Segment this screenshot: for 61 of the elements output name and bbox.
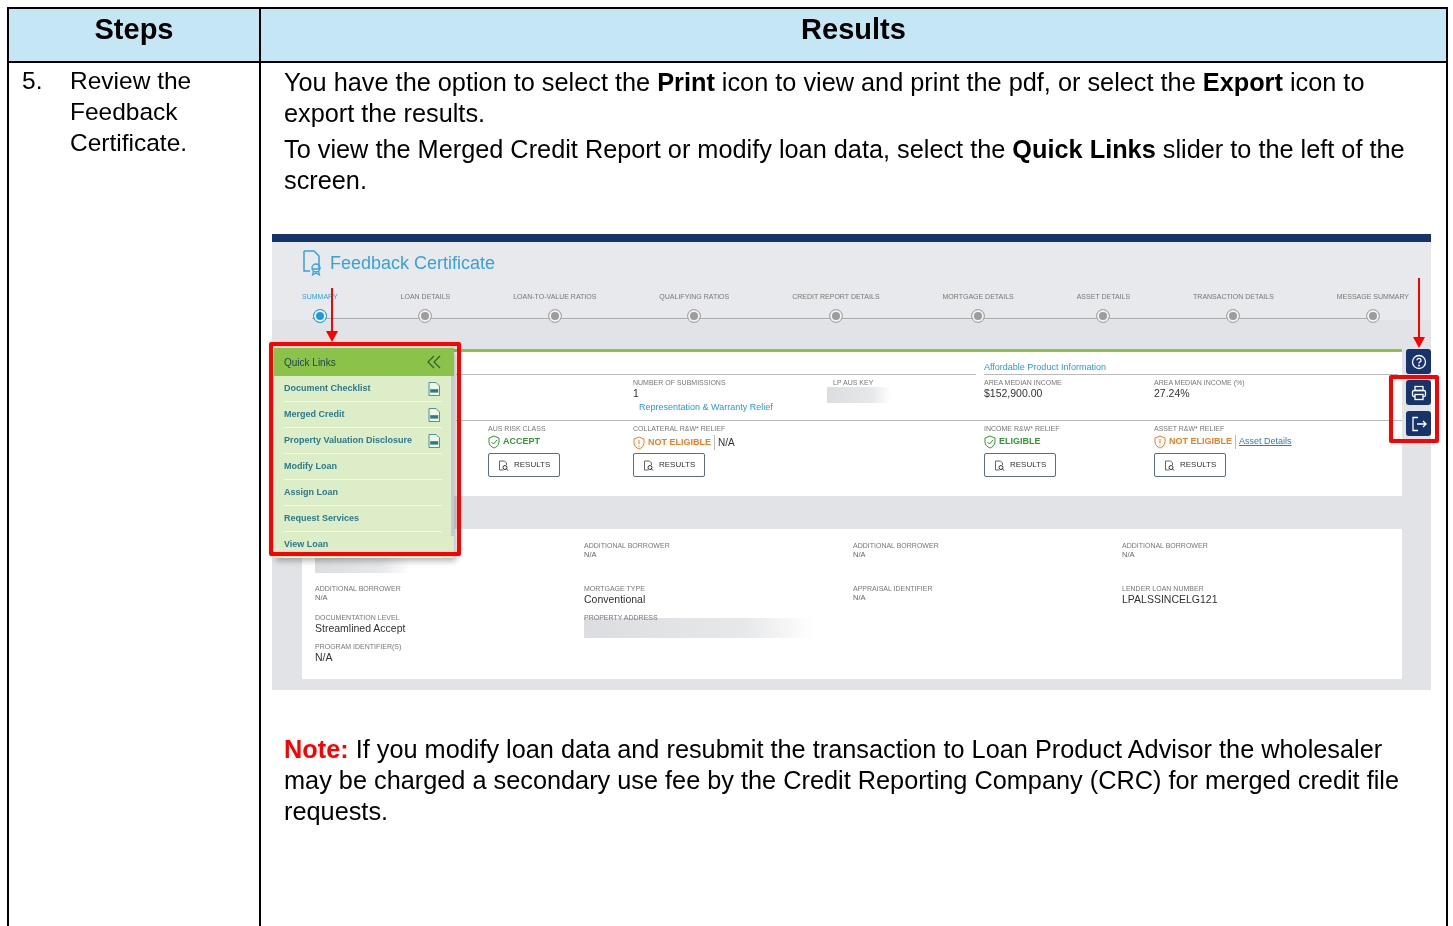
status-text: ACCEPT — [503, 435, 540, 449]
shield-check-icon — [984, 435, 996, 449]
step-dot-icon — [1096, 308, 1111, 323]
status-text: NOT ELIGIBLE — [1169, 435, 1232, 449]
step-text: Review the Feedback Certificate. — [70, 66, 193, 158]
document-search-icon — [994, 459, 1005, 471]
instruction-text: To view the Merged Credit Report or modify loan data, select the Quick Links slider to the left of the screen. — [283, 134, 1406, 196]
shield-check-icon — [488, 435, 500, 449]
quick-link[interactable]: Modify Loan — [284, 454, 442, 480]
shield-alert-icon — [1154, 435, 1166, 449]
field-value: $152,900.00 — [984, 387, 1044, 400]
field-value: 1 — [633, 387, 640, 400]
column-header: Steps — [9, 9, 261, 63]
step-dot-icon — [687, 308, 702, 323]
panel-title: Quick Links — [284, 355, 336, 370]
quick-link[interactable]: Merged Credit — [284, 402, 442, 428]
help-button[interactable] — [1406, 349, 1431, 374]
results-button[interactable]: RESULTS — [984, 453, 1057, 477]
status-note: N/A — [714, 435, 735, 450]
column-header: Results — [261, 9, 1446, 63]
quick-link[interactable]: View Loan — [284, 532, 442, 558]
note-text: Note: If you modify loan data and resubmit the transaction to Loan Product Advisor the wholesaler may be charged a secondary use fee by the Credit Reporting Company (CRC) for merged credit file requests. — [283, 734, 1400, 827]
step-dot-icon — [1365, 308, 1380, 323]
page-title: Feedback Certificate — [330, 251, 496, 275]
double-chevron-left-icon — [426, 355, 442, 369]
certificate-icon — [302, 250, 322, 276]
shield-alert-icon — [633, 435, 645, 450]
quick-link[interactable]: Assign Loan — [284, 480, 442, 506]
step-dot-icon — [971, 308, 986, 323]
details-link[interactable]: Asset Details — [1235, 435, 1292, 449]
print-icon — [1410, 384, 1427, 401]
section-title: Representation & Warranty Relief — [633, 402, 1402, 421]
quick-link[interactable]: Property Valuation Disclosure — [284, 428, 442, 454]
export-button[interactable] — [1406, 411, 1431, 436]
status-text: NOT ELIGIBLE — [648, 435, 711, 449]
print-button[interactable] — [1406, 380, 1431, 405]
quick-link[interactable]: Document Checklist — [284, 376, 442, 402]
step-dot-icon — [828, 308, 843, 323]
step-dot-icon — [1226, 308, 1241, 323]
results-button[interactable]: RESULTS — [1154, 453, 1227, 477]
field-value: LPALSSINCELG121 — [1122, 593, 1219, 606]
step-number: 5. — [22, 66, 44, 96]
field-value: N/A — [315, 651, 334, 664]
field-value: Streamlined Accept — [315, 622, 407, 635]
results-button[interactable]: RESULTS — [633, 453, 706, 477]
document-search-icon — [643, 459, 654, 471]
document-search-icon — [1164, 459, 1175, 471]
export-icon — [1410, 415, 1427, 432]
step-dot-icon — [418, 308, 433, 323]
field-value: Conventional — [584, 593, 647, 606]
step-dot-icon — [547, 308, 562, 323]
field-value: 27.24% — [1154, 387, 1191, 400]
status-text: ELIGIBLE — [999, 435, 1041, 449]
redacted-block — [827, 387, 891, 403]
document-search-icon — [498, 459, 509, 471]
instruction-text: You have the option to select the Print icon to view and print the pdf, or select the Export icon to export the results. — [283, 67, 1366, 129]
help-icon — [1410, 353, 1427, 370]
quick-link[interactable]: Request Services — [284, 506, 442, 532]
step-dot-icon — [312, 308, 327, 323]
results-button[interactable]: RESULTS — [488, 453, 561, 477]
section-title: Affordable Product Information — [984, 362, 1398, 375]
